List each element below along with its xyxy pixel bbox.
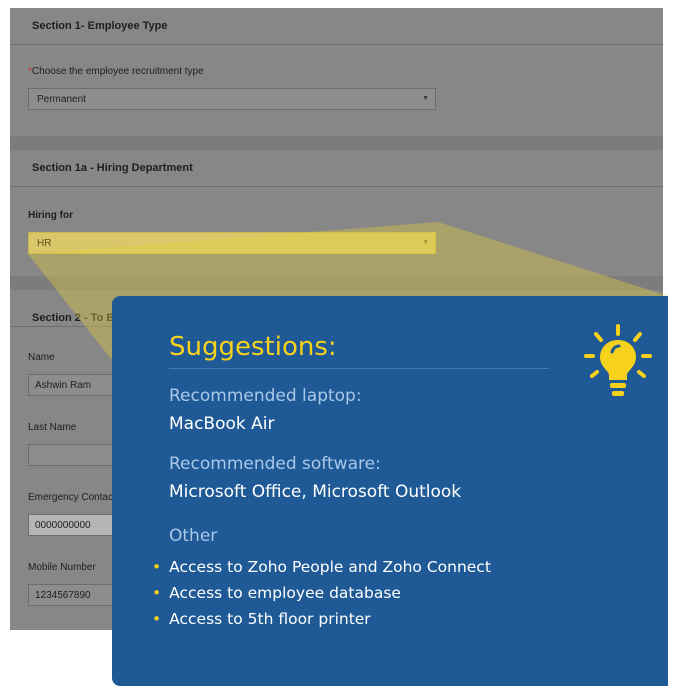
divider (169, 368, 549, 369)
list-item: • Access to Zoho People and Zoho Connect (152, 558, 491, 576)
chevron-down-icon: ▼ (422, 95, 429, 102)
bullet: • (152, 584, 162, 602)
section-employee-type: Section 1- Employee Type *Choose the emp… (10, 8, 663, 136)
recommended-laptop-heading: Recommended laptop: (169, 386, 362, 406)
section-title: Section 1a - Hiring Department (32, 162, 193, 174)
section-header: Section 1- Employee Type (10, 8, 663, 45)
recruitment-type-label: *Choose the employee recruitment type (28, 66, 204, 77)
name-label: Name (28, 352, 55, 363)
recruitment-type-value: Permanent (37, 94, 86, 105)
name-value: Ashwin Ram (35, 380, 92, 391)
last-name-label: Last Name (28, 422, 77, 433)
hiring-for-value: HR (37, 238, 52, 249)
emergency-contact-value: 0000000000 (35, 520, 91, 531)
recommended-software-value: Microsoft Office, Microsoft Outlook (169, 482, 462, 502)
recommended-laptop-value: MacBook Air (169, 414, 275, 434)
section-hiring-department: Section 1a - Hiring Department Hiring fo… (10, 150, 663, 276)
hiring-for-label: Hiring for (28, 210, 73, 221)
section-title: Section 2 - To Be (32, 312, 121, 324)
chevron-down-icon: ▼ (422, 239, 429, 246)
hiring-for-select[interactable]: HR ▼ (28, 232, 436, 254)
other-heading: Other (169, 526, 218, 546)
emergency-contact-label: Emergency Contact (28, 492, 116, 503)
suggestions-title: Suggestions: (169, 332, 337, 362)
section-header: Section 1a - Hiring Department (10, 150, 663, 187)
list-item: • Access to 5th floor printer (152, 610, 371, 628)
section-title: Section 1- Employee Type (32, 20, 168, 32)
mobile-number-label: Mobile Number (28, 562, 96, 573)
list-item: • Access to employee database (152, 584, 401, 602)
lightbulb-icon (584, 324, 652, 396)
recruitment-type-select[interactable]: Permanent ▼ (28, 88, 436, 110)
bullet: • (152, 610, 162, 628)
mobile-number-value: 1234567890 (35, 590, 91, 601)
suggestions-panel: Suggestions: Recommended laptop: MacBook… (112, 296, 668, 686)
bullet: • (152, 558, 162, 576)
other-list: • Access to Zoho People and Zoho Connect … (152, 554, 491, 632)
recommended-software-heading: Recommended software: (169, 454, 381, 474)
